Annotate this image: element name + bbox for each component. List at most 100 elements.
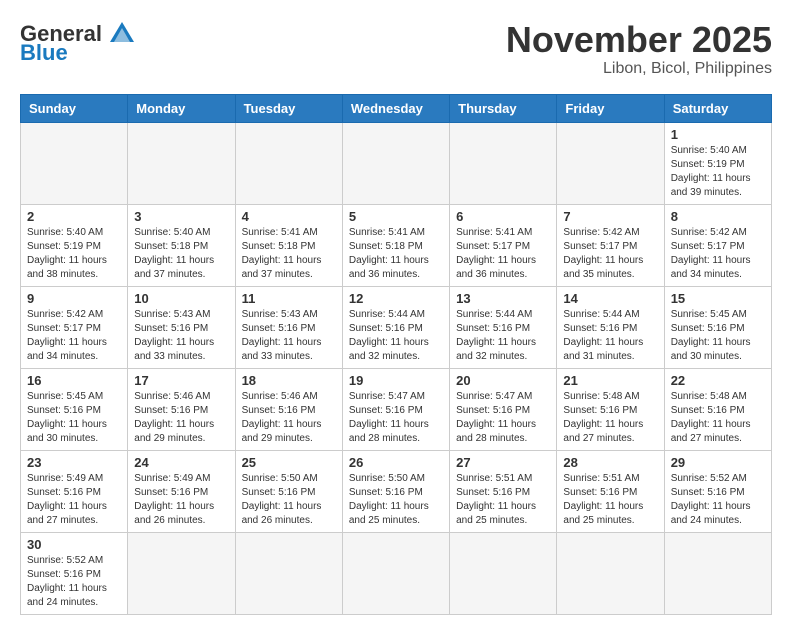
calendar-cell: 26 Sunrise: 5:50 AMSunset: 5:16 PMDayligh… (342, 450, 449, 532)
calendar-cell: 23 Sunrise: 5:49 AMSunset: 5:16 PMDayligh… (21, 450, 128, 532)
day-info: Sunrise: 5:41 AMSunset: 5:18 PMDaylight:… (349, 226, 443, 282)
day-info: Sunrise: 5:48 AMSunset: 5:16 PMDaylight:… (671, 390, 765, 446)
day-info: Sunrise: 5:40 AMSunset: 5:19 PMDaylight:… (671, 144, 765, 200)
day-info: Sunrise: 5:47 AMSunset: 5:16 PMDaylight:… (456, 390, 550, 446)
calendar-cell: 11 Sunrise: 5:43 AMSunset: 5:16 PMDayligh… (235, 286, 342, 368)
day-number: 1 (671, 127, 765, 142)
calendar-cell: 6 Sunrise: 5:41 AMSunset: 5:17 PMDaylight… (450, 204, 557, 286)
day-number: 9 (27, 291, 121, 306)
day-number: 6 (456, 209, 550, 224)
calendar-week-row: 16 Sunrise: 5:45 AMSunset: 5:16 PMDayligh… (21, 368, 772, 450)
calendar-cell: 10 Sunrise: 5:43 AMSunset: 5:16 PMDayligh… (128, 286, 235, 368)
day-info: Sunrise: 5:44 AMSunset: 5:16 PMDaylight:… (456, 308, 550, 364)
day-info: Sunrise: 5:40 AMSunset: 5:19 PMDaylight:… (27, 226, 121, 282)
calendar-week-row: 2 Sunrise: 5:40 AMSunset: 5:19 PMDaylight… (21, 204, 772, 286)
day-number: 19 (349, 373, 443, 388)
location-title: Libon, Bicol, Philippines (506, 60, 772, 78)
day-number: 10 (134, 291, 228, 306)
calendar-cell: 2 Sunrise: 5:40 AMSunset: 5:19 PMDaylight… (21, 204, 128, 286)
day-number: 2 (27, 209, 121, 224)
day-number: 11 (242, 291, 336, 306)
calendar-table: SundayMondayTuesdayWednesdayThursdayFrid… (20, 94, 772, 615)
day-number: 21 (563, 373, 657, 388)
weekday-header-friday: Friday (557, 94, 664, 122)
day-info: Sunrise: 5:49 AMSunset: 5:16 PMDaylight:… (27, 472, 121, 528)
day-number: 25 (242, 455, 336, 470)
calendar-cell: 24Sunrise: 5:49 AMSunset: 5:16 PMDayligh… (128, 450, 235, 532)
day-info: Sunrise: 5:51 AMSunset: 5:16 PMDaylight:… (456, 472, 550, 528)
weekday-header-saturday: Saturday (664, 94, 771, 122)
day-number: 20 (456, 373, 550, 388)
logo: General Blue (20, 20, 136, 66)
calendar-week-row: 9 Sunrise: 5:42 AMSunset: 5:17 PMDaylight… (21, 286, 772, 368)
day-number: 3 (134, 209, 228, 224)
calendar-cell (128, 122, 235, 204)
day-number: 15 (671, 291, 765, 306)
calendar-cell: 3 Sunrise: 5:40 AMSunset: 5:18 PMDaylight… (128, 204, 235, 286)
calendar-cell (235, 532, 342, 614)
calendar-cell: 13Sunrise: 5:44 AMSunset: 5:16 PMDayligh… (450, 286, 557, 368)
title-area: November 2025 Libon, Bicol, Philippines (506, 20, 772, 78)
day-number: 28 (563, 455, 657, 470)
day-number: 30 (27, 537, 121, 552)
logo-blue-text: Blue (20, 40, 68, 66)
day-number: 22 (671, 373, 765, 388)
calendar-cell: 28Sunrise: 5:51 AMSunset: 5:16 PMDayligh… (557, 450, 664, 532)
day-number: 26 (349, 455, 443, 470)
page-header: General Blue November 2025 Libon, Bicol,… (20, 20, 772, 78)
calendar-cell: 9 Sunrise: 5:42 AMSunset: 5:17 PMDaylight… (21, 286, 128, 368)
calendar-cell: 20 Sunrise: 5:47 AMSunset: 5:16 PMDayligh… (450, 368, 557, 450)
day-info: Sunrise: 5:43 AMSunset: 5:16 PMDaylight:… (134, 308, 228, 364)
calendar-cell (450, 122, 557, 204)
day-info: Sunrise: 5:48 AMSunset: 5:16 PMDaylight:… (563, 390, 657, 446)
calendar-cell: 8 Sunrise: 5:42 AMSunset: 5:17 PMDaylight… (664, 204, 771, 286)
day-info: Sunrise: 5:46 AMSunset: 5:16 PMDaylight:… (242, 390, 336, 446)
calendar-cell: 4Sunrise: 5:41 AMSunset: 5:18 PMDaylight… (235, 204, 342, 286)
day-info: Sunrise: 5:42 AMSunset: 5:17 PMDaylight:… (27, 308, 121, 364)
calendar-cell (450, 532, 557, 614)
day-info: Sunrise: 5:40 AMSunset: 5:18 PMDaylight:… (134, 226, 228, 282)
day-info: Sunrise: 5:44 AMSunset: 5:16 PMDaylight:… (563, 308, 657, 364)
calendar-cell: 27 Sunrise: 5:51 AMSunset: 5:16 PMDayligh… (450, 450, 557, 532)
day-number: 17 (134, 373, 228, 388)
day-number: 16 (27, 373, 121, 388)
day-number: 8 (671, 209, 765, 224)
day-info: Sunrise: 5:45 AMSunset: 5:16 PMDaylight:… (671, 308, 765, 364)
day-info: Sunrise: 5:41 AMSunset: 5:17 PMDaylight:… (456, 226, 550, 282)
day-number: 29 (671, 455, 765, 470)
calendar-cell (342, 532, 449, 614)
weekday-header-wednesday: Wednesday (342, 94, 449, 122)
calendar-cell (128, 532, 235, 614)
calendar-cell: 12Sunrise: 5:44 AMSunset: 5:16 PMDayligh… (342, 286, 449, 368)
day-number: 12 (349, 291, 443, 306)
calendar-cell: 14 Sunrise: 5:44 AMSunset: 5:16 PMDayligh… (557, 286, 664, 368)
day-info: Sunrise: 5:50 AMSunset: 5:16 PMDaylight:… (349, 472, 443, 528)
calendar-week-row: 30 Sunrise: 5:52 AMSunset: 5:16 PMDayligh… (21, 532, 772, 614)
day-number: 18 (242, 373, 336, 388)
day-info: Sunrise: 5:52 AMSunset: 5:16 PMDaylight:… (27, 554, 121, 610)
logo-icon (108, 20, 136, 48)
calendar-cell: 18 Sunrise: 5:46 AMSunset: 5:16 PMDayligh… (235, 368, 342, 450)
weekday-header-row: SundayMondayTuesdayWednesdayThursdayFrid… (21, 94, 772, 122)
calendar-cell: 17 Sunrise: 5:46 AMSunset: 5:16 PMDayligh… (128, 368, 235, 450)
day-info: Sunrise: 5:50 AMSunset: 5:16 PMDaylight:… (242, 472, 336, 528)
day-info: Sunrise: 5:47 AMSunset: 5:16 PMDaylight:… (349, 390, 443, 446)
day-info: Sunrise: 5:46 AMSunset: 5:16 PMDaylight:… (134, 390, 228, 446)
calendar-cell: 15 Sunrise: 5:45 AMSunset: 5:16 PMDayligh… (664, 286, 771, 368)
calendar-cell: 29 Sunrise: 5:52 AMSunset: 5:16 PMDayligh… (664, 450, 771, 532)
day-info: Sunrise: 5:45 AMSunset: 5:16 PMDaylight:… (27, 390, 121, 446)
calendar-cell: 1 Sunrise: 5:40 AMSunset: 5:19 PMDaylight… (664, 122, 771, 204)
day-info: Sunrise: 5:43 AMSunset: 5:16 PMDaylight:… (242, 308, 336, 364)
day-number: 14 (563, 291, 657, 306)
calendar-week-row: 23 Sunrise: 5:49 AMSunset: 5:16 PMDayligh… (21, 450, 772, 532)
day-info: Sunrise: 5:42 AMSunset: 5:17 PMDaylight:… (671, 226, 765, 282)
calendar-cell (664, 532, 771, 614)
weekday-header-tuesday: Tuesday (235, 94, 342, 122)
day-number: 27 (456, 455, 550, 470)
day-number: 5 (349, 209, 443, 224)
day-info: Sunrise: 5:42 AMSunset: 5:17 PMDaylight:… (563, 226, 657, 282)
day-info: Sunrise: 5:52 AMSunset: 5:16 PMDaylight:… (671, 472, 765, 528)
calendar-cell: 30 Sunrise: 5:52 AMSunset: 5:16 PMDayligh… (21, 532, 128, 614)
day-number: 23 (27, 455, 121, 470)
month-title: November 2025 (506, 20, 772, 60)
